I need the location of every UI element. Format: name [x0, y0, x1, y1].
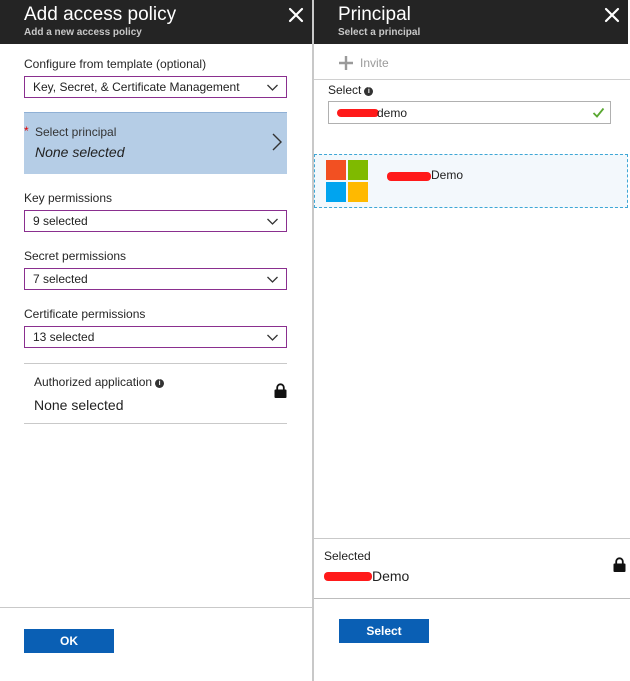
template-dropdown[interactable]: Key, Secret, & Certificate Management: [24, 76, 287, 98]
template-label: Configure from template (optional): [24, 57, 207, 71]
secret-permissions-value: 7 selected: [33, 272, 88, 286]
select-principal-value: None selected: [35, 144, 125, 160]
footer-divider: [0, 607, 312, 608]
lock-icon: [613, 557, 626, 572]
lock-icon: [274, 383, 287, 398]
divider: [314, 538, 630, 539]
selected-label: Selected: [324, 549, 371, 563]
close-icon[interactable]: [603, 6, 621, 24]
select-button[interactable]: Select: [339, 619, 429, 643]
chevron-down-icon: [266, 215, 279, 228]
selected-principal-value: Demo: [372, 568, 410, 584]
principal-search-input[interactable]: demo: [328, 101, 611, 124]
blade-title: Add access policy: [24, 4, 177, 25]
search-value: demo: [377, 106, 408, 120]
select-label: Select i: [328, 83, 374, 97]
microsoft-logo-icon: [326, 160, 368, 202]
select-principal-button[interactable]: * Select principal None selected: [24, 112, 287, 174]
plus-icon: [338, 55, 354, 71]
secret-permissions-label: Secret permissions: [24, 249, 127, 263]
redaction-mark: [387, 172, 431, 181]
key-permissions-label: Key permissions: [24, 191, 113, 205]
add-access-policy-blade: Add access policy Add a new access polic…: [0, 0, 312, 681]
select-label-text: Select: [328, 83, 362, 97]
chevron-right-icon: [271, 133, 283, 151]
authorized-application-text: Authorized application: [34, 375, 153, 389]
command-bar-divider: [314, 79, 630, 80]
secret-permissions-dropdown[interactable]: 7 selected: [24, 268, 287, 290]
divider: [24, 423, 287, 424]
info-icon[interactable]: i: [364, 87, 374, 96]
authorized-application-label: Authorized application i: [34, 375, 165, 389]
close-icon[interactable]: [287, 6, 305, 24]
principal-result-name: Demo: [431, 168, 464, 182]
select-principal-label: Select principal: [35, 125, 117, 139]
divider: [24, 363, 287, 364]
chevron-down-icon: [266, 273, 279, 286]
template-value: Key, Secret, & Certificate Management: [33, 80, 240, 94]
chevron-down-icon: [266, 81, 279, 94]
redaction-mark: [324, 572, 372, 581]
invite-label: Invite: [360, 56, 389, 70]
redaction-mark: [337, 109, 379, 117]
blade-subtitle: Select a principal: [338, 27, 421, 38]
certificate-permissions-label: Certificate permissions: [24, 307, 146, 321]
principal-result-item[interactable]: Demo: [314, 154, 628, 208]
blade-subtitle: Add a new access policy: [24, 27, 142, 38]
info-icon[interactable]: i: [155, 379, 165, 388]
principal-blade: Principal Select a principal Invite Sele…: [314, 0, 630, 681]
key-permissions-dropdown[interactable]: 9 selected: [24, 210, 287, 232]
blade-title: Principal: [338, 4, 411, 25]
ok-button[interactable]: OK: [24, 629, 114, 653]
authorized-application-value: None selected: [34, 397, 124, 413]
certificate-permissions-value: 13 selected: [33, 330, 95, 344]
blade-header: Add access policy Add a new access polic…: [0, 0, 312, 44]
certificate-permissions-dropdown[interactable]: 13 selected: [24, 326, 287, 348]
check-icon: [592, 106, 605, 119]
footer-divider: [314, 598, 630, 599]
key-permissions-value: 9 selected: [33, 214, 88, 228]
required-marker: *: [24, 124, 29, 138]
chevron-down-icon: [266, 331, 279, 344]
blade-header: Principal Select a principal: [314, 0, 628, 44]
